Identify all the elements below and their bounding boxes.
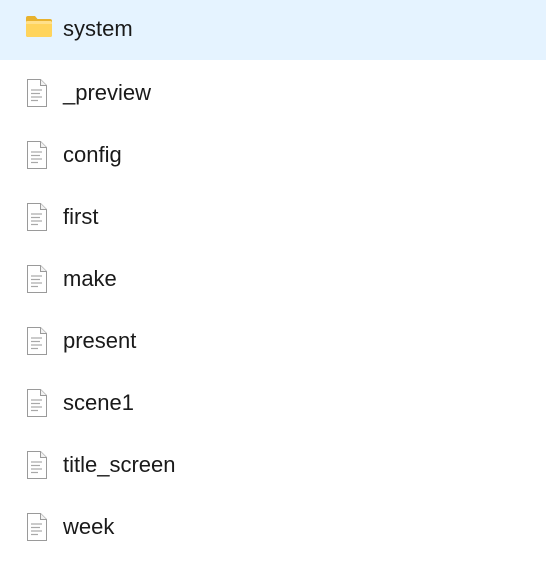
list-item-file-title-screen[interactable]: title_screen	[0, 434, 546, 496]
list-item-file-scene1[interactable]: scene1	[0, 372, 546, 434]
document-icon	[25, 326, 51, 356]
list-item-file-config[interactable]: config	[0, 124, 546, 186]
document-icon	[25, 78, 51, 108]
file-list: system _preview config first make presen…	[0, 0, 546, 558]
list-item-file-make[interactable]: make	[0, 248, 546, 310]
document-icon	[25, 264, 51, 294]
list-item-label: first	[63, 204, 99, 229]
list-item-label: week	[63, 514, 115, 539]
list-item-label: _preview	[63, 80, 152, 105]
document-icon	[25, 388, 51, 418]
document-icon	[25, 512, 51, 542]
list-item-file-preview[interactable]: _preview	[0, 62, 546, 124]
document-icon	[25, 140, 51, 170]
document-icon	[25, 450, 51, 480]
list-item-file-first[interactable]: first	[0, 186, 546, 248]
list-item-label: make	[63, 266, 117, 291]
list-item-label: system	[63, 16, 133, 41]
list-item-label: config	[63, 142, 122, 167]
list-item-label: present	[63, 328, 137, 353]
list-item-file-week[interactable]: week	[0, 496, 546, 558]
folder-icon	[25, 14, 52, 44]
list-item-label: title_screen	[63, 452, 176, 477]
list-item-folder-system[interactable]: system	[0, 0, 546, 60]
list-item-label: scene1	[63, 390, 134, 415]
list-item-file-present[interactable]: present	[0, 310, 546, 372]
document-icon	[25, 202, 51, 232]
